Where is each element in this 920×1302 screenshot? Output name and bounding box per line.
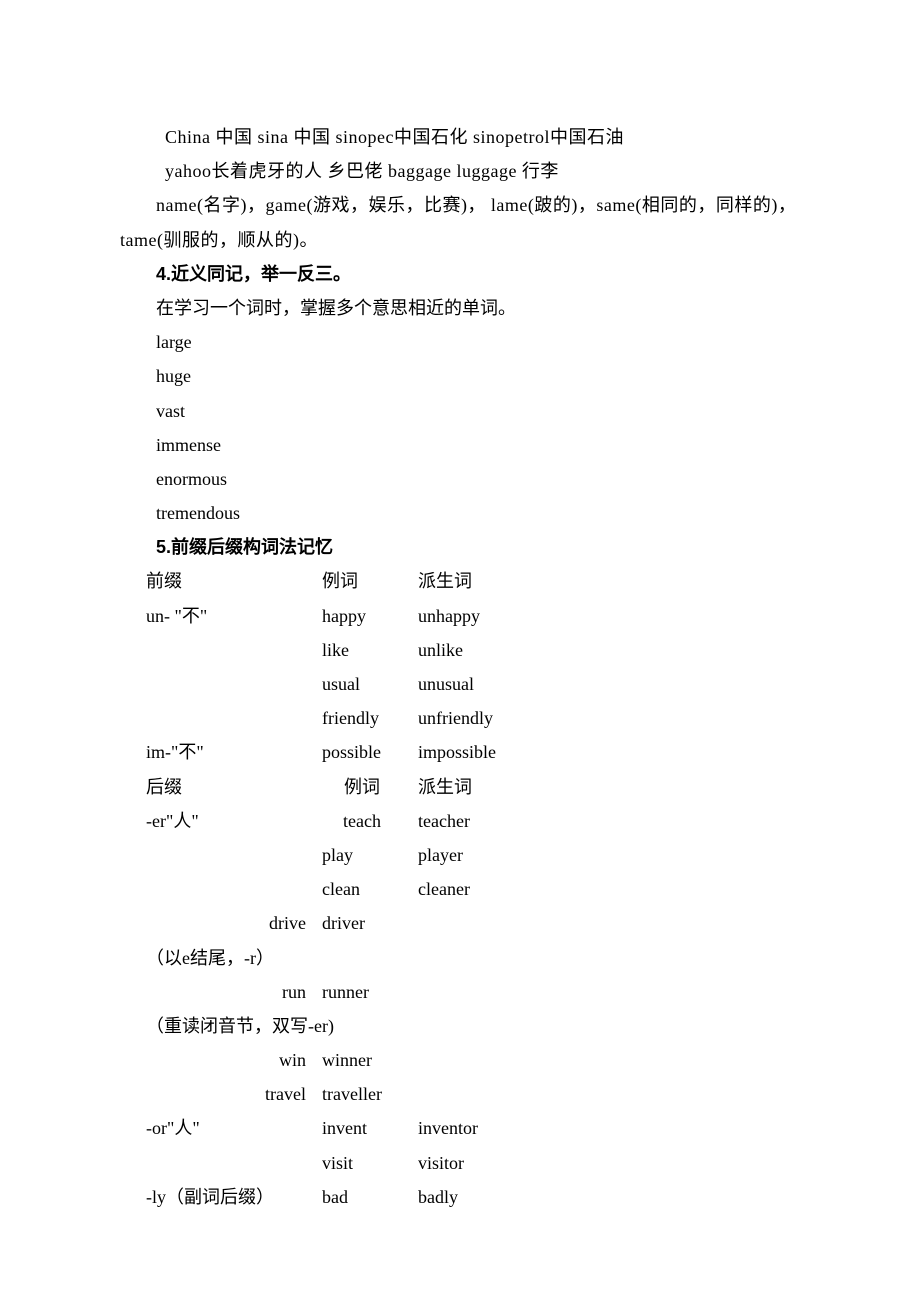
cell-example: bad <box>314 1180 410 1214</box>
cell-derived: unfriendly <box>410 701 526 735</box>
table-row: run runner <box>138 975 526 1009</box>
cell-derived: unhappy <box>410 599 526 633</box>
table-row: drive driver <box>138 906 526 940</box>
header-suffix: 后缀 <box>138 770 314 804</box>
section-4-title: 4.近义同记，举一反三。 <box>120 257 800 291</box>
cell-example: win <box>138 1043 314 1077</box>
table-row: （重读闭音节，双写-er) <box>138 1009 526 1043</box>
table-row: 前缀 例词 派生词 <box>138 564 526 598</box>
table-row: visit visitor <box>138 1146 526 1180</box>
suffix-er: -er"人" <box>138 804 314 838</box>
cell-example: drive <box>138 906 314 940</box>
header-example: 例词 <box>314 564 410 598</box>
cell-example: play <box>314 838 410 872</box>
cell-derived: cleaner <box>410 872 526 906</box>
cell-derived: impossible <box>410 735 526 769</box>
section-4-desc: 在学习一个词时，掌握多个意思相近的单词。 <box>120 291 800 325</box>
table-row: -or"人" invent inventor <box>138 1111 526 1145</box>
table-row: -ly（副词后缀） bad badly <box>138 1180 526 1214</box>
cell-example: possible <box>314 735 410 769</box>
cell-derived: inventor <box>410 1111 526 1145</box>
suffix-ly: -ly（副词后缀） <box>138 1180 314 1214</box>
cell-derived: runner <box>314 975 410 1009</box>
header-prefix: 前缀 <box>138 564 314 598</box>
suffix-or: -or"人" <box>138 1111 314 1145</box>
table-row: 后缀 例词 派生词 <box>138 770 526 804</box>
cell-derived: driver <box>314 906 410 940</box>
line-vocab-3: name(名字)，game(游戏，娱乐，比赛)， lame(跛的)，same(相… <box>120 188 800 256</box>
cell-derived: visitor <box>410 1146 526 1180</box>
table-row: -er"人" teach teacher <box>138 804 526 838</box>
note-double-consonant: （重读闭音节，双写-er) <box>138 1009 526 1043</box>
synonym-huge: huge <box>120 359 800 393</box>
synonym-immense: immense <box>120 428 800 462</box>
prefix-un: un- "不" <box>138 599 314 633</box>
cell-example: happy <box>314 599 410 633</box>
header-example-2: 例词 <box>314 770 410 804</box>
cell-example: visit <box>314 1146 410 1180</box>
cell-example: teach <box>314 804 410 838</box>
cell-derived: player <box>410 838 526 872</box>
synonym-large: large <box>120 325 800 359</box>
cell-example: like <box>314 633 410 667</box>
cell-derived: traveller <box>314 1077 410 1111</box>
cell-example: invent <box>314 1111 410 1145</box>
table-row: （以e结尾，-r） <box>138 941 526 975</box>
line-vocab-2: yahoo长着虎牙的人 乡巴佬 baggage luggage 行李 <box>120 154 800 188</box>
table-row: play player <box>138 838 526 872</box>
table-row: im-"不" possible impossible <box>138 735 526 769</box>
cell-derived: unusual <box>410 667 526 701</box>
cell-derived: unlike <box>410 633 526 667</box>
cell-derived: winner <box>314 1043 410 1077</box>
table-row: clean cleaner <box>138 872 526 906</box>
cell-derived: teacher <box>410 804 526 838</box>
cell-example: run <box>138 975 314 1009</box>
table-row: friendly unfriendly <box>138 701 526 735</box>
table-row: win winner <box>138 1043 526 1077</box>
cell-derived: badly <box>410 1180 526 1214</box>
synonym-vast: vast <box>120 394 800 428</box>
table-row: like unlike <box>138 633 526 667</box>
note-e-ending: （以e结尾，-r） <box>138 941 526 975</box>
prefix-im: im-"不" <box>138 735 314 769</box>
cell-example: travel <box>138 1077 314 1111</box>
header-derived-2: 派生词 <box>410 770 526 804</box>
synonym-enormous: enormous <box>120 462 800 496</box>
table-row: travel traveller <box>138 1077 526 1111</box>
cell-example: clean <box>314 872 410 906</box>
header-derived: 派生词 <box>410 564 526 598</box>
section-5-title: 5.前缀后缀构词法记忆 <box>120 530 800 564</box>
synonym-tremendous: tremendous <box>120 496 800 530</box>
cell-example: usual <box>314 667 410 701</box>
affix-table: 前缀 例词 派生词 un- "不" happy unhappy like unl… <box>138 564 526 1214</box>
table-row: usual unusual <box>138 667 526 701</box>
cell-example: friendly <box>314 701 410 735</box>
line-vocab-1: China 中国 sina 中国 sinopec中国石化 sinopetrol中… <box>120 120 800 154</box>
table-row: un- "不" happy unhappy <box>138 599 526 633</box>
